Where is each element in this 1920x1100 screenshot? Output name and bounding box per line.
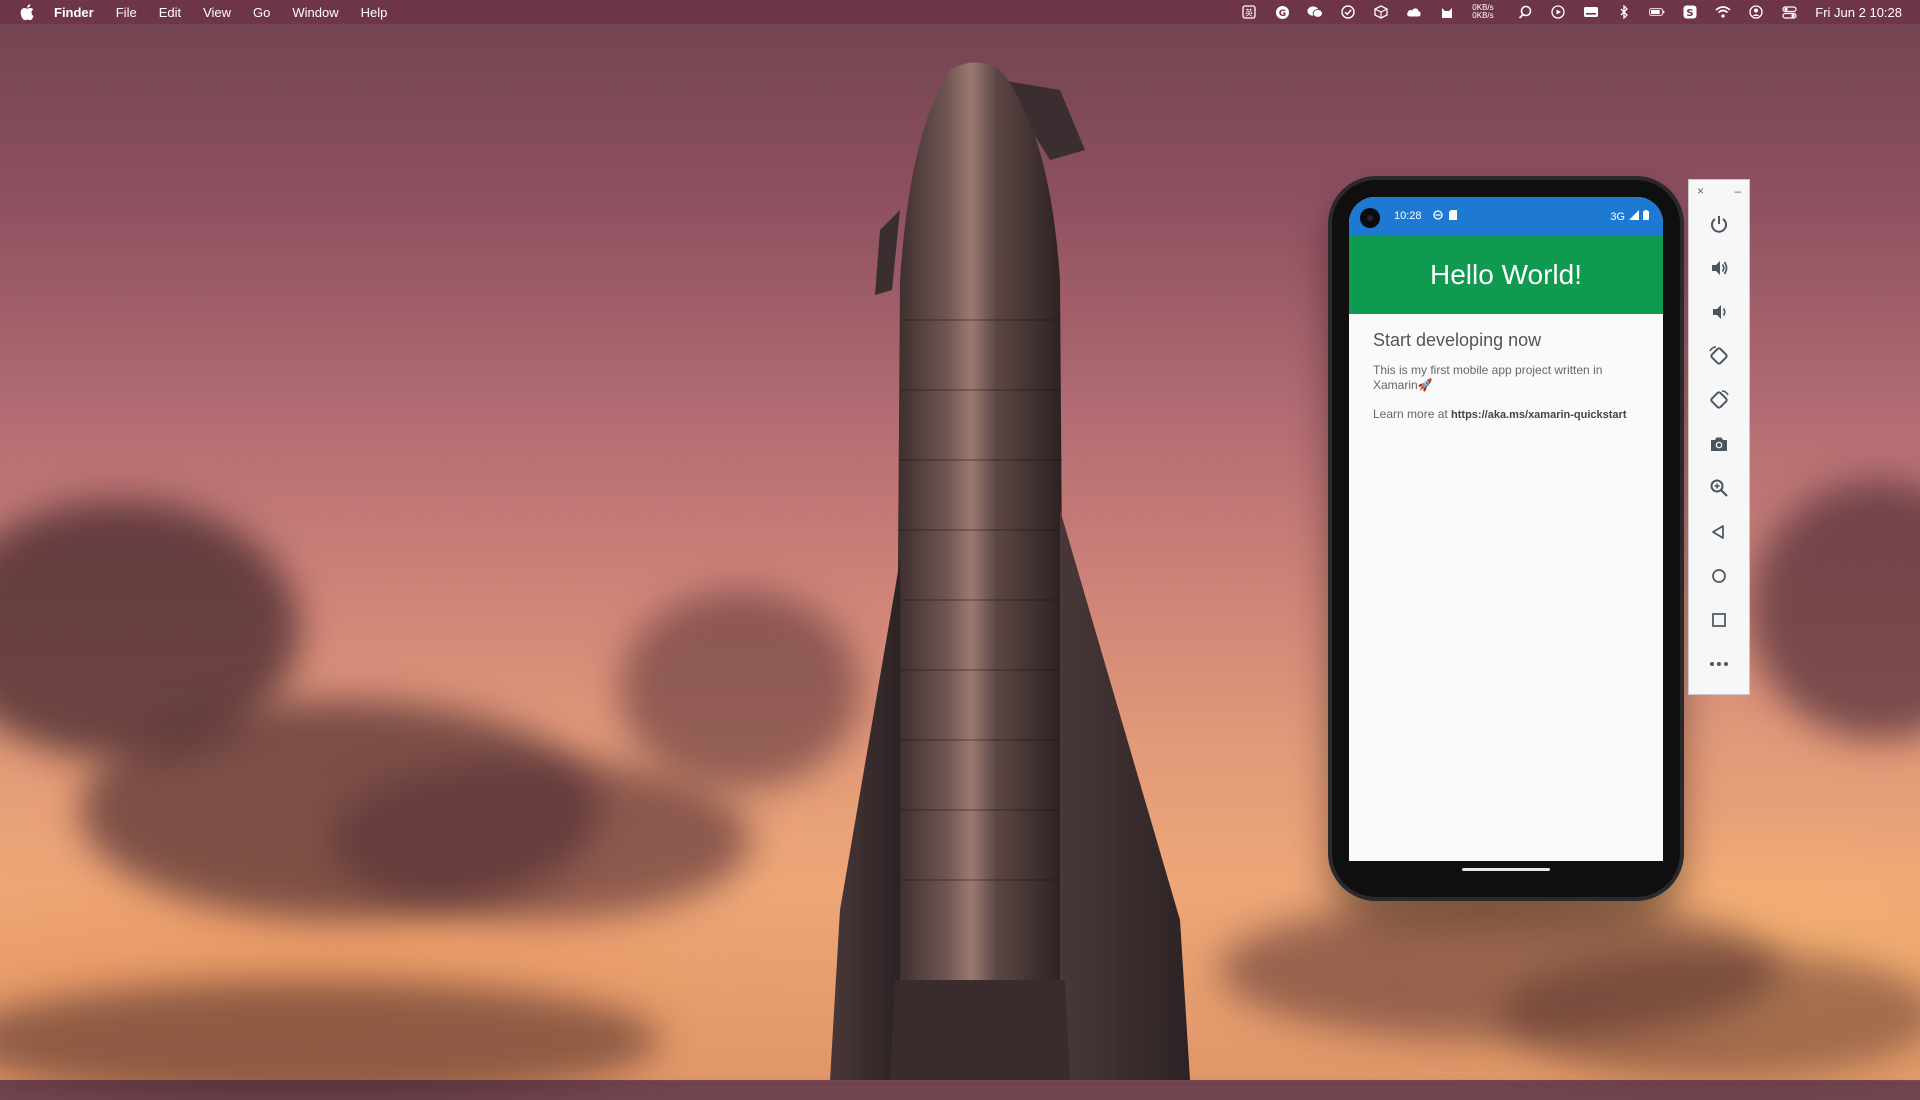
input-method-icon[interactable]: 英 [1241,5,1257,19]
content-body: This is my first mobile app project writ… [1373,363,1603,392]
learn-more-prefix: Learn more at [1373,407,1452,421]
network-speed: 0KB/s 0KB/s [1472,4,1500,20]
grammarly-icon[interactable]: G [1274,5,1290,19]
signal-icon [1629,210,1639,223]
overview-icon [1712,613,1726,627]
play-icon[interactable] [1550,5,1566,19]
home-gesture-pill[interactable] [1462,868,1550,871]
back-icon [1712,525,1724,539]
menu-edit[interactable]: Edit [159,5,181,20]
menu-go[interactable]: Go [253,5,270,20]
overview-button[interactable] [1689,598,1749,642]
apple-icon[interactable] [20,4,36,20]
volume-down-button[interactable] [1689,290,1749,334]
rotate-right-button[interactable] [1689,378,1749,422]
net-down: 0KB/s [1472,11,1494,20]
svg-text:S: S [1687,8,1694,19]
learn-more-link[interactable]: https://aka.ms/xamarin-quickstart [1451,409,1626,421]
wechat-icon[interactable] [1307,5,1324,19]
s-app-icon[interactable]: S [1682,5,1698,19]
more-icon [1710,662,1728,666]
menu-bar: Finder File Edit View Go Window Help 英 G… [0,0,1920,24]
keyboard-icon[interactable] [1583,5,1599,19]
power-icon [1711,216,1727,233]
wifi-icon[interactable] [1715,5,1731,19]
emulator-toolbar: × – [1688,179,1750,695]
app-title: Hello World! [1430,259,1582,290]
home-icon [1712,569,1726,583]
learn-more-text: Learn more at https://aka.ms/xamarin-qui… [1373,407,1639,423]
home-button[interactable] [1689,554,1749,598]
volume-down-icon [1713,305,1726,319]
rocket-image [830,62,1190,1080]
zoom-icon [1710,479,1728,497]
menu-help[interactable]: Help [361,5,388,20]
cloud-icon[interactable] [1406,5,1422,19]
rotate-right-icon [1710,390,1729,409]
menu-clock[interactable]: Fri Jun 2 10:28 [1815,5,1902,20]
emulator-toolbar-header: × – [1689,180,1749,202]
app-title-bar: Hello World! [1349,236,1663,314]
volume-up-button[interactable] [1689,246,1749,290]
zoom-button[interactable] [1689,466,1749,510]
emulator-minimize-button[interactable]: – [1734,184,1741,198]
power-button[interactable] [1689,202,1749,246]
user-icon[interactable] [1748,5,1764,19]
bluetooth-icon[interactable] [1616,5,1632,19]
android-nav-bar [1349,861,1663,883]
menu-file[interactable]: File [116,5,137,20]
menu-window[interactable]: Window [292,5,338,20]
box-icon[interactable] [1373,5,1389,19]
rotate-left-icon [1709,346,1728,365]
status-time: 10:28 [1394,210,1422,222]
front-camera-cutout [1360,208,1380,228]
battery-icon[interactable] [1649,5,1665,19]
android-emulator-device: 10:28 3G Hello World! Start developing n… [1332,180,1680,897]
network-type: 3G [1610,210,1625,223]
search-icon[interactable] [1517,5,1533,19]
emulator-close-button[interactable]: × [1697,184,1704,198]
menu-app-name[interactable]: Finder [54,5,94,20]
screenshot-button[interactable] [1689,422,1749,466]
phone-screen[interactable]: 10:28 3G Hello World! Start developing n… [1349,197,1663,880]
dnd-icon [1433,210,1443,223]
menu-view[interactable]: View [203,5,231,20]
checkmark-icon[interactable] [1340,5,1356,19]
content-heading: Start developing now [1373,330,1542,350]
svg-text:G: G [1279,9,1286,19]
volume-up-icon [1712,261,1728,275]
svg-text:英: 英 [1245,8,1253,18]
phone-battery-icon [1643,210,1649,223]
app-content: Start developing now This is my first mo… [1349,314,1663,453]
cat-icon[interactable] [1439,5,1455,19]
more-button[interactable] [1689,642,1749,686]
control-center-icon[interactable] [1781,5,1797,19]
camera-icon [1711,437,1727,451]
rotate-left-button[interactable] [1689,334,1749,378]
sd-card-icon [1449,210,1457,223]
android-status-bar: 10:28 3G [1349,197,1663,236]
back-button[interactable] [1689,510,1749,554]
